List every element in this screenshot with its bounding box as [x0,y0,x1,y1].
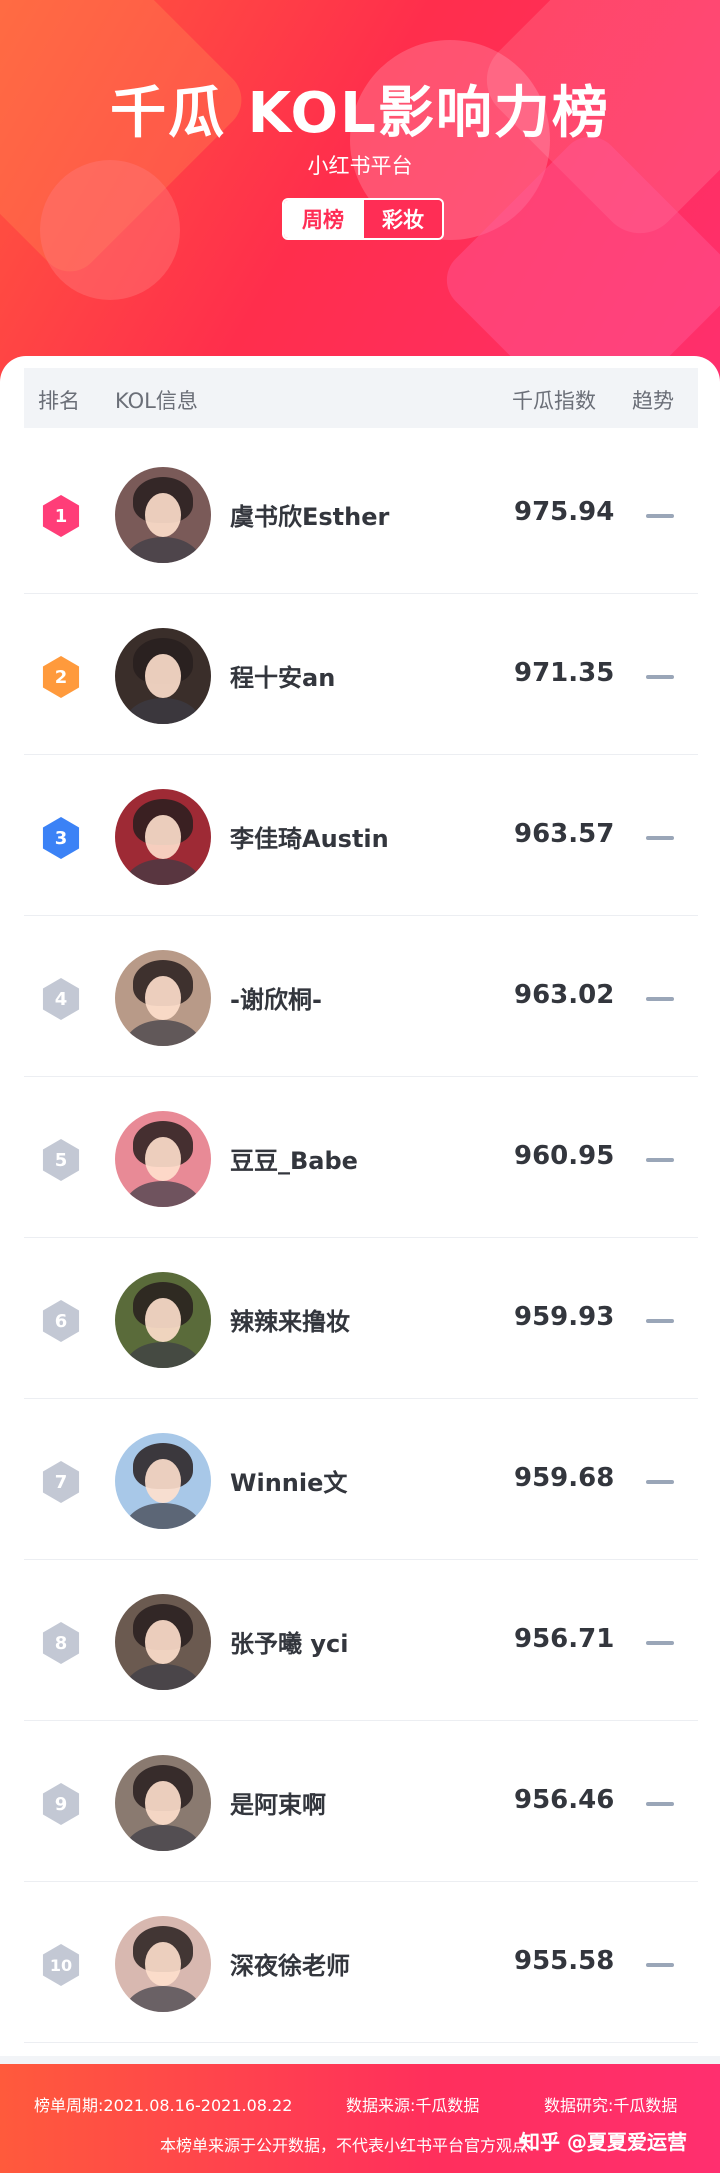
kol-name[interactable]: 程十安an [230,658,335,693]
kol-index-score: 975.94 [514,497,615,527]
kol-index-score: 955.58 [514,1946,615,1976]
rank-badge: 5 [42,1139,80,1181]
avatar[interactable] [115,1755,211,1851]
ranking-card: 排名 KOL信息 千瓜指数 趋势 1 虞书欣Esther 975.94 2 程十安an 9… [0,356,720,2056]
kol-name[interactable]: -谢欣桐- [230,980,322,1015]
rank-badge: 7 [42,1461,80,1503]
avatar[interactable] [115,1916,211,2012]
table-row[interactable]: 3 李佳琦Austin 963.57 [24,754,698,916]
avatar[interactable] [115,1594,211,1690]
kol-name[interactable]: 辣辣来撸妆 [230,1302,350,1337]
col-trend: 趋势 [632,389,674,413]
avatar[interactable] [115,1272,211,1368]
table-row[interactable]: 5 豆豆_Babe 960.95 [24,1076,698,1238]
kol-index-score: 956.46 [514,1785,615,1815]
kol-index-score: 959.93 [514,1302,615,1332]
tab-makeup[interactable]: 彩妆 [362,200,442,238]
kol-name[interactable]: 豆豆_Babe [230,1141,358,1176]
rank-badge: 2 [42,656,80,698]
table-row[interactable]: 7 Winnie文 959.68 [24,1398,698,1560]
tab-group: 周榜 彩妆 [282,198,444,240]
avatar[interactable] [115,789,211,885]
trend-flat-icon [646,1641,674,1645]
rank-badge: 3 [42,817,80,859]
watermark: 知乎 @夏夏爱运营 [520,2130,687,2154]
kol-index-score: 956.71 [514,1624,615,1654]
table-row[interactable]: 10 深夜徐老师 955.58 [24,1881,698,2043]
trend-flat-icon [646,675,674,679]
kol-name[interactable]: 深夜徐老师 [230,1946,350,1981]
footer: 榜单周期:2021.08.16-2021.08.22 数据来源:千瓜数据 数据研… [0,2064,720,2173]
kol-index-score: 963.57 [514,819,615,849]
avatar[interactable] [115,950,211,1046]
rank-badge: 10 [42,1944,80,1986]
kol-name[interactable]: 李佳琦Austin [230,819,389,854]
tab-weekly[interactable]: 周榜 [284,200,362,238]
table-row[interactable]: 6 辣辣来撸妆 959.93 [24,1237,698,1399]
trend-flat-icon [646,1158,674,1162]
kol-index-score: 971.35 [514,658,615,688]
trend-flat-icon [646,1480,674,1484]
table-row[interactable]: 8 张予曦 yci 956.71 [24,1559,698,1721]
avatar[interactable] [115,628,211,724]
table-header: 排名 KOL信息 千瓜指数 趋势 [24,368,698,428]
kol-name[interactable]: Winnie文 [230,1463,347,1498]
table-row[interactable]: 2 程十安an 971.35 [24,593,698,755]
kol-index-score: 963.02 [514,980,615,1010]
avatar[interactable] [115,467,211,563]
kol-index-score: 960.95 [514,1141,615,1171]
footer-disclaimer: 本榜单来源于公开数据，不代表小红书平台官方观点 [160,2136,529,2155]
rank-badge: 4 [42,978,80,1020]
table-row[interactable]: 4 -谢欣桐- 963.02 [24,915,698,1077]
rank-badge: 6 [42,1300,80,1342]
col-rank: 排名 [38,389,80,413]
avatar[interactable] [115,1111,211,1207]
trend-flat-icon [646,1319,674,1323]
kol-name[interactable]: 虞书欣Esther [230,497,389,532]
trend-flat-icon [646,1802,674,1806]
rank-badge: 8 [42,1622,80,1664]
page-title: 千瓜 KOL影响力榜 [110,81,610,146]
kol-index-score: 959.68 [514,1463,615,1493]
kol-name[interactable]: 是阿束啊 [230,1785,326,1820]
table-row[interactable]: 9 是阿束啊 956.46 [24,1720,698,1882]
decor-shape [40,160,180,300]
kol-name[interactable]: 张予曦 yci [230,1624,348,1659]
footer-source: 数据来源:千瓜数据 [346,2096,480,2115]
footer-period: 榜单周期:2021.08.16-2021.08.22 [34,2096,293,2115]
rank-badge: 1 [42,495,80,537]
table-row[interactable]: 1 虞书欣Esther 975.94 [24,432,698,594]
avatar[interactable] [115,1433,211,1529]
rank-badge: 9 [42,1783,80,1825]
col-index: 千瓜指数 [512,389,596,413]
trend-flat-icon [646,514,674,518]
col-kol-info: KOL信息 [115,389,198,413]
trend-flat-icon [646,1963,674,1967]
trend-flat-icon [646,997,674,1001]
footer-research: 数据研究:千瓜数据 [544,2096,678,2115]
page-subtitle: 小红书平台 [307,154,413,178]
trend-flat-icon [646,836,674,840]
